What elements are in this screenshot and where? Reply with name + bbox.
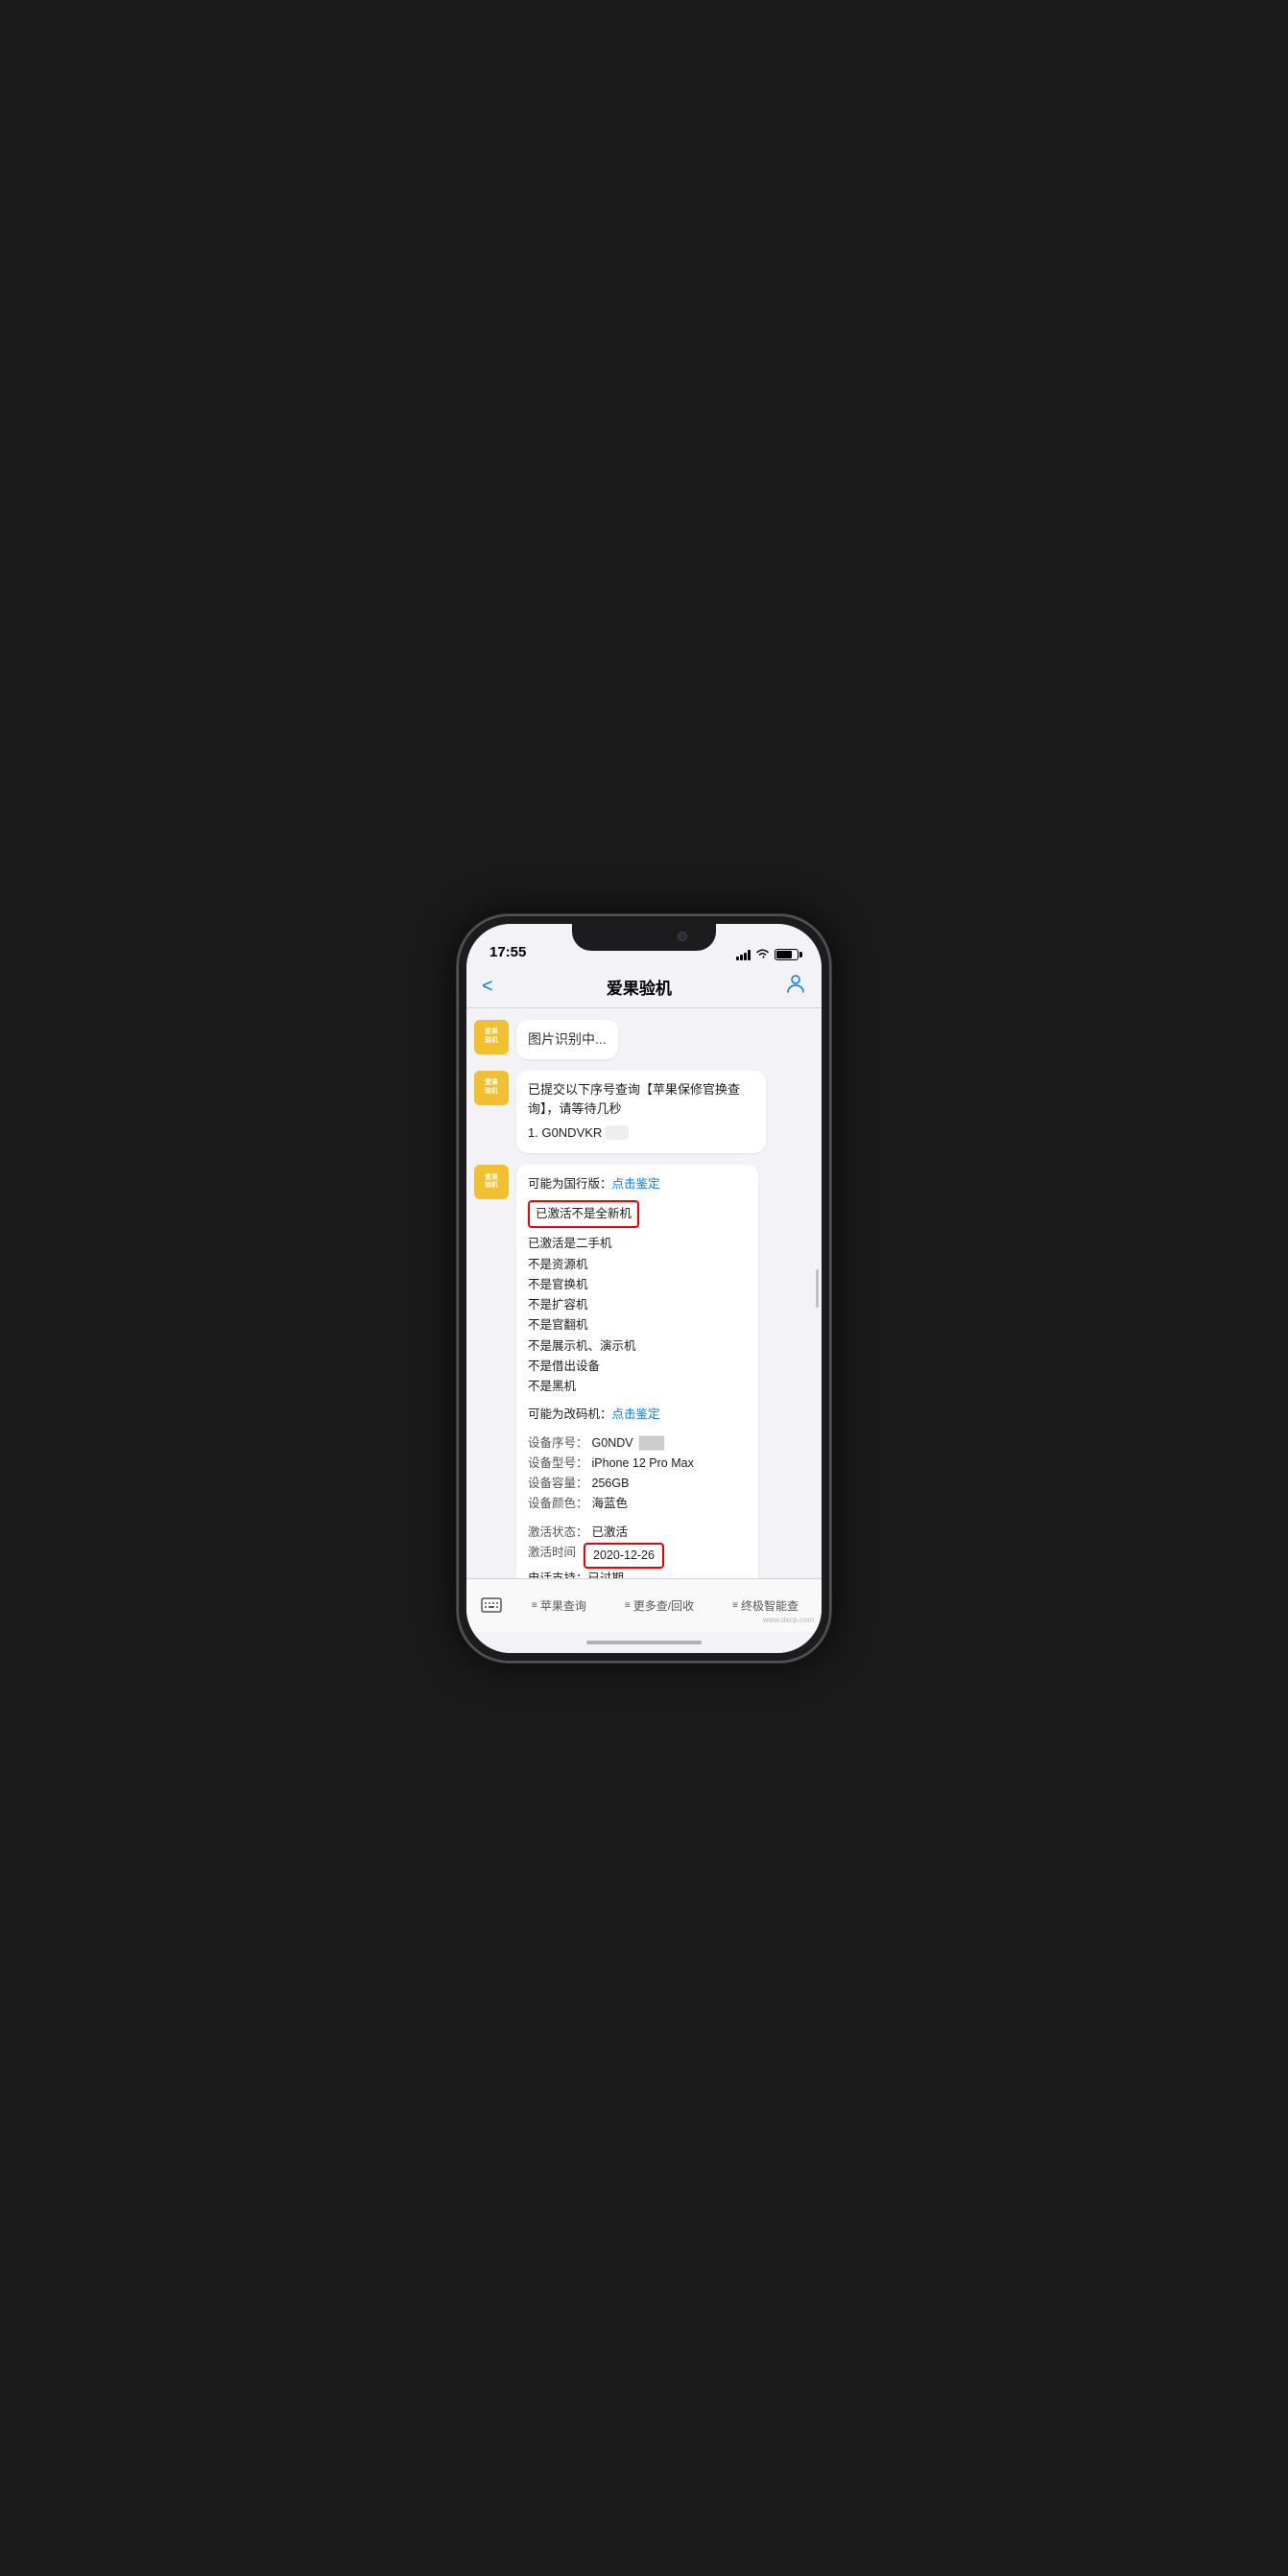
not-loan: 不是借出设备	[528, 1357, 747, 1377]
activation-time-row: 激活时间 2020-12-26	[528, 1543, 747, 1569]
bubble-3: 可能为国行版：点击鉴定 已激活不是全新机 已激活是二手机 不是资源机 不是官换机…	[516, 1165, 758, 1578]
device-info-section: 设备序号： G0NDV ███ 设备型号： iPhone 12 Pro Max …	[528, 1433, 747, 1515]
list-item: 爱果验机 已提交以下序号查询【苹果保修官换查询】，请等待几秒 1. G0NDVK…	[474, 1071, 814, 1153]
tab-apple-query[interactable]: ≡ 苹果查询	[532, 1597, 586, 1614]
modified-line: 可能为改码机：点击鉴定	[528, 1405, 747, 1425]
home-indicator	[466, 1632, 822, 1653]
identify-link-1[interactable]: 点击鉴定	[612, 1177, 660, 1191]
not-resource: 不是资源机	[528, 1255, 747, 1275]
tab-items: ≡ 苹果查询 ≡ 更多查/回收 ≡ 终极智能查	[513, 1597, 818, 1614]
keyboard-button[interactable]	[470, 1584, 513, 1626]
bubble-2: 已提交以下序号查询【苹果保修官换查询】，请等待几秒 1. G0NDVKR	[516, 1071, 766, 1153]
message-text: 图片识别中...	[528, 1031, 607, 1047]
identify-link-2[interactable]: 点击鉴定	[612, 1407, 660, 1421]
not-official: 不是官换机	[528, 1275, 747, 1295]
phone-screen: 17:55 < 爱果验机	[466, 924, 822, 1653]
keyboard-icon	[480, 1594, 503, 1617]
not-blacklisted: 不是黑机	[528, 1377, 747, 1397]
back-button[interactable]: <	[482, 976, 493, 998]
status-time: 17:55	[489, 944, 526, 960]
watermark: www.dxcp.com	[763, 1616, 814, 1624]
message-text: 已提交以下序号查询【苹果保修官换查询】，请等待几秒	[528, 1080, 754, 1121]
serial-number: 1. G0NDVKR	[528, 1123, 754, 1144]
not-expanded: 不是扩容机	[528, 1295, 747, 1315]
nav-bar: < 爱果验机	[466, 966, 822, 1008]
activation-section: 激活状态： 已激活 激活时间 2020-12-26 电话支持：已过期 保修状态：…	[528, 1523, 747, 1578]
home-bar	[586, 1641, 702, 1644]
status-icons	[736, 949, 799, 960]
wifi-icon	[755, 949, 770, 959]
second-hand: 已激活是二手机	[528, 1234, 747, 1254]
capacity-row: 设备容量： 256GB	[528, 1474, 747, 1494]
user-icon[interactable]	[785, 973, 806, 1000]
highlighted-status: 已激活不是全新机	[528, 1200, 639, 1228]
battery-icon	[775, 949, 799, 960]
notch	[572, 924, 716, 951]
activated-not-new-highlight: 已激活不是全新机	[528, 1198, 747, 1230]
phone-frame: 17:55 < 爱果验机	[457, 914, 831, 1663]
signal-icon	[736, 949, 751, 960]
phone-support-row: 电话支持：已过期	[528, 1569, 747, 1577]
tab-ultimate-query[interactable]: ≡ 终极智能查	[732, 1597, 799, 1614]
version-line: 可能为国行版：点击鉴定	[528, 1174, 747, 1194]
avatar: 爱果验机	[474, 1020, 509, 1054]
camera	[678, 932, 687, 941]
activation-date: 2020-12-26	[584, 1543, 664, 1569]
list-item: 爱果验机 图片识别中...	[474, 1020, 814, 1059]
tab-more-query[interactable]: ≡ 更多查/回收	[625, 1597, 694, 1614]
avatar: 爱果验机	[474, 1071, 509, 1105]
page-title: 爱果验机	[607, 975, 672, 999]
scroll-indicator	[816, 1269, 819, 1308]
color-row: 设备颜色： 海蓝色	[528, 1494, 747, 1514]
activation-status-row: 激活状态： 已激活	[528, 1523, 747, 1543]
list-item: 爱果验机 可能为国行版：点击鉴定 已激活不是全新机 已激活是二手机 不是资源机 …	[474, 1165, 814, 1578]
not-display: 不是展示机、演示机	[528, 1336, 747, 1357]
activation-date-highlight: 2020-12-26	[584, 1543, 664, 1569]
avatar: 爱果验机	[474, 1165, 509, 1199]
serial-row: 设备序号： G0NDV ███	[528, 1433, 747, 1453]
chat-area: 爱果验机 图片识别中... 爱果验机 已提交以下序号查询【苹果保修官换查询】，请…	[466, 1008, 822, 1578]
not-refurbished: 不是官翻机	[528, 1315, 747, 1335]
bubble-1: 图片识别中...	[516, 1020, 618, 1059]
model-row: 设备型号： iPhone 12 Pro Max	[528, 1453, 747, 1474]
